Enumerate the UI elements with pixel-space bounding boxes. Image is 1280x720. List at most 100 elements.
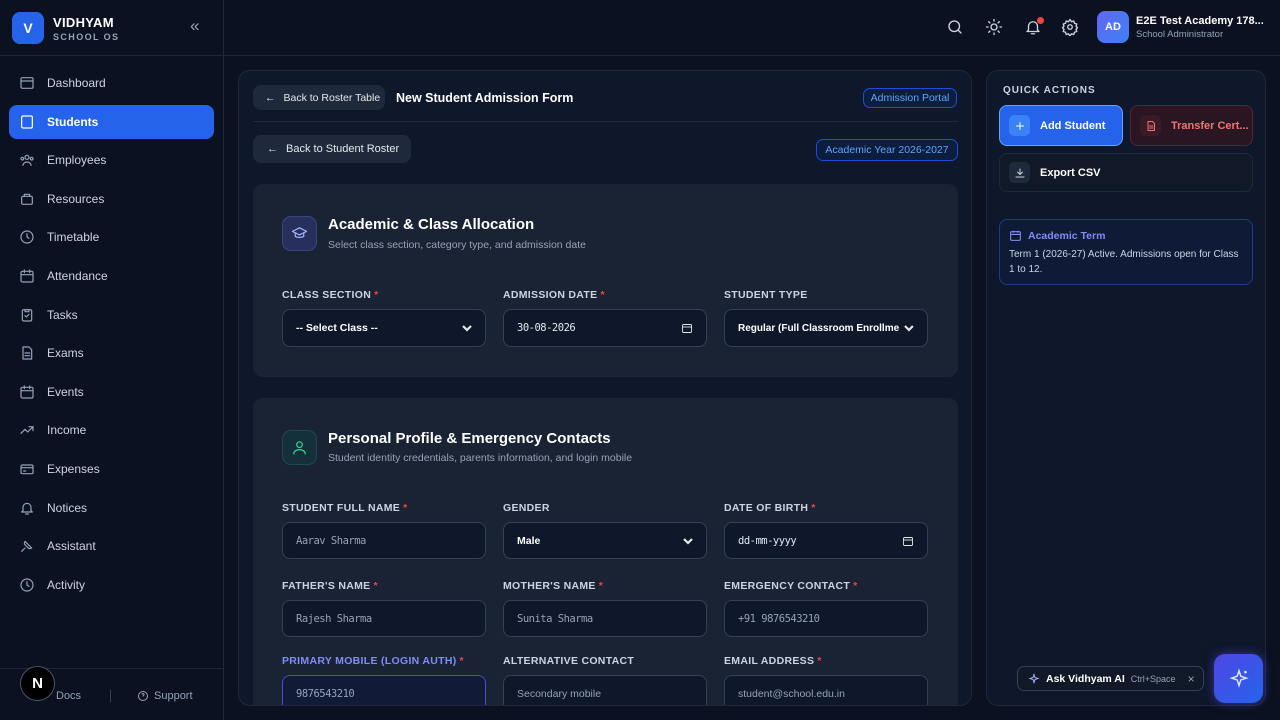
user-name: E2E Test Academy 178...: [1136, 14, 1264, 27]
gear-icon[interactable]: [1061, 18, 1081, 38]
sidebar-item-students[interactable]: Students: [9, 104, 214, 139]
close-icon[interactable]: ×: [1188, 672, 1195, 686]
dob-input[interactable]: dd-mm-yyyy: [724, 522, 928, 559]
sidebar-nav: Dashboard Students Employees Resources T…: [9, 66, 214, 606]
activity-icon: [20, 578, 34, 592]
email-input[interactable]: student@school.edu.in: [724, 675, 928, 705]
ai-assistant-button[interactable]: [1214, 654, 1263, 703]
admission-date-input[interactable]: 30-08-2026: [503, 309, 707, 347]
calendar-icon: [1010, 230, 1021, 241]
arrow-left-icon: ←: [265, 91, 276, 104]
divider: [253, 121, 958, 122]
input-placeholder: +91 9876543210: [738, 612, 820, 625]
trend-icon: [20, 426, 34, 435]
user-icon: [282, 430, 317, 465]
user-menu[interactable]: AD E2E Test Academy 178... School Admini…: [1097, 11, 1264, 43]
emergency-contact-label: EMERGENCY CONTACT *: [724, 580, 858, 592]
back-to-roster-table-button[interactable]: ← Back to Roster Table: [253, 85, 385, 110]
notification-dot: [1037, 17, 1044, 24]
select-value: -- Select Class --: [296, 322, 378, 334]
emergency-contact-input[interactable]: +91 9876543210: [724, 600, 928, 637]
sidebar-item-expenses[interactable]: Expenses: [9, 452, 214, 486]
sidebar-item-label: Activity: [47, 577, 86, 592]
topbar: AD E2E Test Academy 178... School Admini…: [224, 0, 1280, 56]
help-icon: [138, 691, 148, 701]
avatar: AD: [1097, 11, 1129, 43]
download-icon: [1009, 162, 1030, 183]
collapse-sidebar-icon[interactable]: «: [190, 16, 199, 36]
sidebar-item-assistant[interactable]: Assistant: [9, 529, 214, 563]
mother-name-input[interactable]: Sunita Sharma: [503, 600, 707, 637]
theme-toggle-icon[interactable]: [985, 18, 1005, 38]
graduation-cap-icon: [282, 216, 317, 251]
calendar-icon: [20, 269, 34, 283]
dev-badge[interactable]: N: [20, 666, 55, 701]
resources-icon: [21, 193, 33, 205]
keyboard-shortcut: Ctrl+Space: [1130, 673, 1176, 684]
export-csv-button[interactable]: Export CSV: [999, 153, 1253, 192]
sidebar-item-timetable[interactable]: Timetable: [9, 220, 214, 254]
sidebar-item-employees[interactable]: Employees: [9, 143, 214, 177]
father-name-input[interactable]: Rajesh Sharma: [282, 600, 486, 637]
calendar-icon[interactable]: [681, 322, 693, 334]
sidebar-item-label: Tasks: [47, 307, 78, 322]
chevron-down-icon: [904, 325, 914, 332]
alternative-contact-input[interactable]: Secondary mobile: [503, 675, 707, 705]
term-text: Term 1 (2026-27) Active. Admissions open…: [1009, 249, 1239, 275]
student-name-label: STUDENT FULL NAME *: [282, 502, 408, 514]
employees-icon: [20, 154, 34, 167]
sidebar-item-label: Timetable: [47, 230, 100, 245]
brand[interactable]: V VIDHYAM SCHOOL OS: [12, 12, 119, 44]
sparkle-icon: [1028, 672, 1040, 684]
chevron-down-icon: [462, 325, 472, 332]
academic-allocation-card: Academic & Class Allocation Select class…: [253, 184, 958, 377]
sidebar-item-tasks[interactable]: Tasks: [9, 298, 214, 332]
notifications-icon[interactable]: [1024, 17, 1044, 38]
sidebar-item-label: Students: [47, 114, 99, 129]
document-icon: [22, 346, 33, 360]
sidebar-item-activity[interactable]: Activity: [9, 568, 214, 602]
search-icon[interactable]: [946, 18, 966, 38]
academic-term-card: Academic Term Term 1 (2026-27) Active. A…: [999, 219, 1253, 285]
father-name-label: FATHER'S NAME *: [282, 580, 378, 592]
email-label: EMAIL ADDRESS *: [724, 655, 822, 667]
sidebar-item-label: Resources: [47, 191, 105, 206]
sidebar-item-resources[interactable]: Resources: [9, 182, 214, 216]
academic-year-badge: Academic Year 2026-2027: [816, 139, 958, 161]
student-type-label: STUDENT TYPE: [724, 289, 808, 301]
docs-label: Docs: [56, 690, 82, 702]
input-placeholder: 9876543210: [296, 687, 355, 700]
sidebar: V VIDHYAM SCHOOL OS « Dashboard Students…: [0, 0, 224, 720]
sidebar-item-dashboard[interactable]: Dashboard: [9, 66, 214, 100]
button-label: Export CSV: [1040, 166, 1101, 179]
button-label: Back to Student Roster: [286, 143, 400, 155]
sidebar-item-label: Notices: [47, 500, 88, 515]
brand-logo: V: [12, 12, 44, 44]
clock-icon: [20, 230, 34, 244]
class-section-select[interactable]: -- Select Class --: [282, 309, 486, 347]
alternative-contact-label: ALTERNATIVE CONTACT: [503, 655, 635, 667]
term-title: Academic Term: [1028, 230, 1106, 242]
sidebar-item-notices[interactable]: Notices: [9, 491, 214, 525]
class-section-label: CLASS SECTION *: [282, 289, 379, 301]
calendar-icon[interactable]: [902, 535, 914, 547]
wallet-icon: [20, 464, 34, 475]
student-type-select[interactable]: Regular (Full Classroom Enrollme: [724, 309, 928, 347]
sidebar-item-income[interactable]: Income: [9, 413, 214, 447]
add-student-button[interactable]: Add Student: [999, 105, 1123, 146]
divider: [110, 690, 111, 702]
ask-ai-chip[interactable]: Ask Vidhyam AI Ctrl+Space ×: [1017, 666, 1204, 691]
brand-name: VIDHYAM: [53, 14, 114, 30]
gender-select[interactable]: Male: [503, 522, 707, 559]
back-to-student-roster-button[interactable]: ← Back to Student Roster: [253, 135, 411, 163]
support-link[interactable]: Support: [137, 690, 193, 702]
plus-icon: [1009, 115, 1030, 136]
sidebar-item-exams[interactable]: Exams: [9, 336, 214, 370]
student-name-input[interactable]: Aarav Sharma: [282, 522, 486, 559]
primary-mobile-input[interactable]: 9876543210: [282, 675, 486, 705]
transfer-certificate-button[interactable]: Transfer Cert...: [1130, 105, 1253, 146]
sidebar-item-label: Assistant: [47, 539, 96, 554]
support-label: Support: [154, 690, 193, 702]
sidebar-item-events[interactable]: Events: [9, 375, 214, 409]
sidebar-item-attendance[interactable]: Attendance: [9, 259, 214, 293]
